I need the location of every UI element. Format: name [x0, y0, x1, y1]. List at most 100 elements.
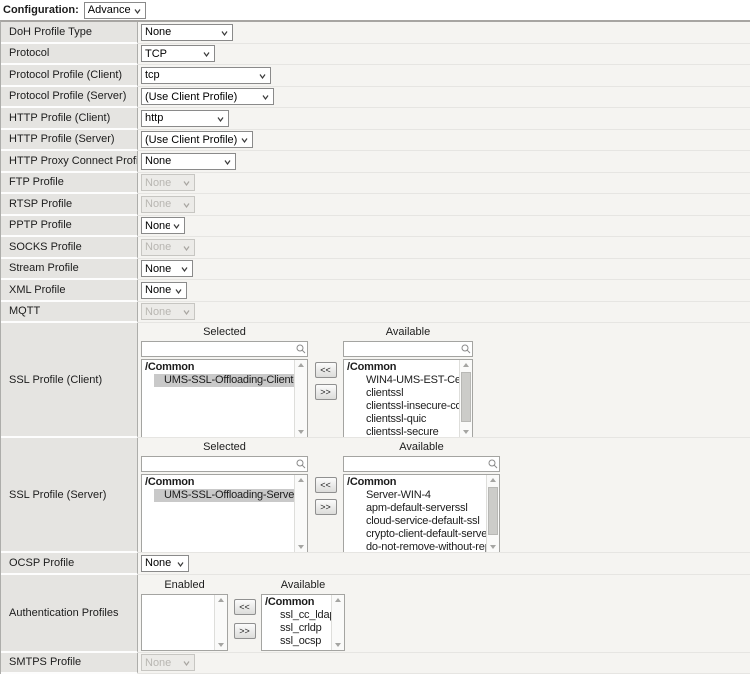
list-item[interactable]: UMS-SSL-Offloading-Server-Profile — [154, 489, 294, 502]
row-authentication-profiles: Authentication Profiles Enabled << >> — [1, 575, 750, 653]
move-to-available-button[interactable]: >> — [315, 384, 337, 400]
ssl-server-available-search-input[interactable] — [343, 456, 500, 472]
list-item[interactable]: apm-default-serverssl — [344, 502, 486, 515]
setting-label: XML Profile — [9, 284, 65, 296]
move-to-selected-button[interactable]: << — [315, 477, 337, 493]
http-profile-server-select[interactable]: (Use Client Profile) — [142, 132, 252, 147]
list-item[interactable]: ssl_ocsp — [262, 635, 331, 648]
auth-available-list[interactable]: /Commonssl_cc_ldapssl_crldpssl_ocsp — [261, 594, 345, 651]
scroll-up-icon[interactable] — [215, 598, 227, 602]
list-group-header[interactable]: /Common — [344, 476, 486, 489]
scroll-down-icon[interactable] — [487, 545, 499, 549]
list-group-header[interactable]: /Common — [262, 596, 331, 609]
row-ssl-profile-server: SSL Profile (Server) Selected /CommonUMS… — [1, 438, 750, 553]
scrollbar-thumb[interactable] — [461, 372, 471, 422]
socks-profile-select: None — [142, 240, 194, 255]
scrollbar[interactable] — [214, 595, 227, 650]
row-socks-profile: SOCKS Profile None — [1, 237, 750, 259]
mqtt-select: None — [142, 304, 194, 319]
list-item[interactable]: WIN4-UMS-EST-Cert — [344, 374, 459, 387]
move-to-available-button[interactable]: >> — [234, 623, 256, 639]
row-http-profile-server: HTTP Profile (Server) (Use Client Profil… — [1, 130, 750, 152]
list-item[interactable]: UMS-SSL-Offloading-Client-Profile — [154, 374, 294, 387]
row-stream-profile: Stream Profile None — [1, 259, 750, 281]
ocsp-profile-select[interactable]: None — [142, 556, 188, 571]
scroll-up-icon[interactable] — [295, 363, 307, 367]
auth-enabled-list[interactable] — [141, 594, 228, 651]
doh-profile-type-select[interactable]: None — [142, 25, 232, 40]
list-group-header[interactable]: /Common — [142, 476, 294, 489]
setting-label: HTTP Proxy Connect Profile — [9, 155, 138, 167]
scrollbar[interactable] — [459, 360, 472, 437]
stream-profile-select[interactable]: None — [142, 261, 192, 276]
ssl-client-available-list[interactable]: /CommonWIN4-UMS-EST-Certclientsslclients… — [343, 359, 473, 438]
setting-label: Protocol Profile (Client) — [9, 69, 122, 81]
list-item[interactable]: cloud-service-default-ssl — [344, 515, 486, 528]
setting-label: SOCKS Profile — [9, 241, 82, 253]
row-doh-profile-type: DoH Profile Type None — [1, 22, 750, 44]
scrollbar[interactable] — [486, 475, 499, 552]
row-ocsp-profile: OCSP Profile None — [1, 553, 750, 575]
list-item[interactable]: ssl_cc_ldap — [262, 609, 331, 622]
row-http-profile-client: HTTP Profile (Client) http — [1, 108, 750, 130]
list-item[interactable]: clientssl-insecure-compatible — [344, 400, 459, 413]
list-group-header[interactable]: /Common — [344, 361, 459, 374]
setting-label: Protocol — [9, 47, 49, 59]
row-http-proxy-connect-profile: HTTP Proxy Connect Profile None — [1, 151, 750, 173]
list-item[interactable]: clientssl-secure — [344, 426, 459, 438]
http-proxy-connect-profile-select[interactable]: None — [142, 154, 235, 169]
scroll-down-icon[interactable] — [215, 643, 227, 647]
scrollbar-thumb[interactable] — [488, 487, 498, 535]
scrollbar[interactable] — [294, 475, 307, 552]
protocol-profile-server-select[interactable]: (Use Client Profile) — [142, 89, 273, 104]
scroll-up-icon[interactable] — [295, 478, 307, 482]
available-column-header: Available — [343, 441, 500, 454]
ftp-profile-select: None — [142, 175, 194, 190]
rtsp-profile-select: None — [142, 197, 194, 212]
scrollbar[interactable] — [294, 360, 307, 437]
move-to-selected-button[interactable]: << — [315, 362, 337, 378]
ssl-server-selected-list[interactable]: /CommonUMS-SSL-Offloading-Server-Profile — [141, 474, 308, 553]
scroll-down-icon[interactable] — [295, 545, 307, 549]
scroll-up-icon[interactable] — [332, 598, 344, 602]
setting-label: RTSP Profile — [9, 198, 72, 210]
setting-label: SSL Profile (Server) — [9, 489, 106, 501]
protocol-profile-client-select[interactable]: tcp — [142, 68, 270, 83]
setting-label: DoH Profile Type — [9, 26, 92, 38]
scroll-up-icon[interactable] — [487, 478, 499, 482]
row-pptp-profile: PPTP Profile None — [1, 216, 750, 238]
enabled-column-header: Enabled — [141, 579, 228, 592]
setting-label: Stream Profile — [9, 262, 79, 274]
list-item[interactable]: crypto-client-default-serverssl — [344, 528, 486, 541]
setting-label: MQTT — [9, 305, 40, 317]
move-to-available-button[interactable]: >> — [315, 499, 337, 515]
xml-profile-select[interactable]: None — [142, 283, 186, 298]
list-item[interactable]: ssl_crldp — [262, 622, 331, 635]
move-to-enabled-button[interactable]: << — [234, 599, 256, 615]
scroll-down-icon[interactable] — [295, 430, 307, 434]
pptp-profile-select[interactable]: None — [142, 218, 184, 233]
list-item[interactable]: do-not-remove-without-replacement — [344, 541, 486, 553]
row-mqtt: MQTT None — [1, 302, 750, 324]
setting-label: Protocol Profile (Server) — [9, 90, 126, 102]
setting-label: SMTPS Profile — [9, 656, 81, 668]
http-profile-client-select[interactable]: http — [142, 111, 228, 126]
configuration-select[interactable]: Advanced — [85, 3, 145, 18]
list-group-header[interactable]: /Common — [142, 361, 294, 374]
ssl-server-available-list[interactable]: /CommonServer-WIN-4apm-default-serverssl… — [343, 474, 500, 553]
scroll-up-icon[interactable] — [460, 363, 472, 367]
scroll-down-icon[interactable] — [460, 430, 472, 434]
scroll-down-icon[interactable] — [332, 643, 344, 647]
row-protocol-profile-client: Protocol Profile (Client) tcp — [1, 65, 750, 87]
setting-label: HTTP Profile (Server) — [9, 133, 115, 145]
ssl-client-selected-search-input[interactable] — [141, 341, 308, 357]
list-item[interactable]: clientssl — [344, 387, 459, 400]
scrollbar[interactable] — [331, 595, 344, 650]
list-item[interactable]: Server-WIN-4 — [344, 489, 486, 502]
ssl-client-selected-list[interactable]: /CommonUMS-SSL-Offloading-Client-Profile — [141, 359, 308, 438]
protocol-select[interactable]: TCP — [142, 46, 214, 61]
list-item[interactable]: clientssl-quic — [344, 413, 459, 426]
ssl-server-selected-search-input[interactable] — [141, 456, 308, 472]
ssl-client-available-search-input[interactable] — [343, 341, 473, 357]
row-xml-profile: XML Profile None — [1, 280, 750, 302]
